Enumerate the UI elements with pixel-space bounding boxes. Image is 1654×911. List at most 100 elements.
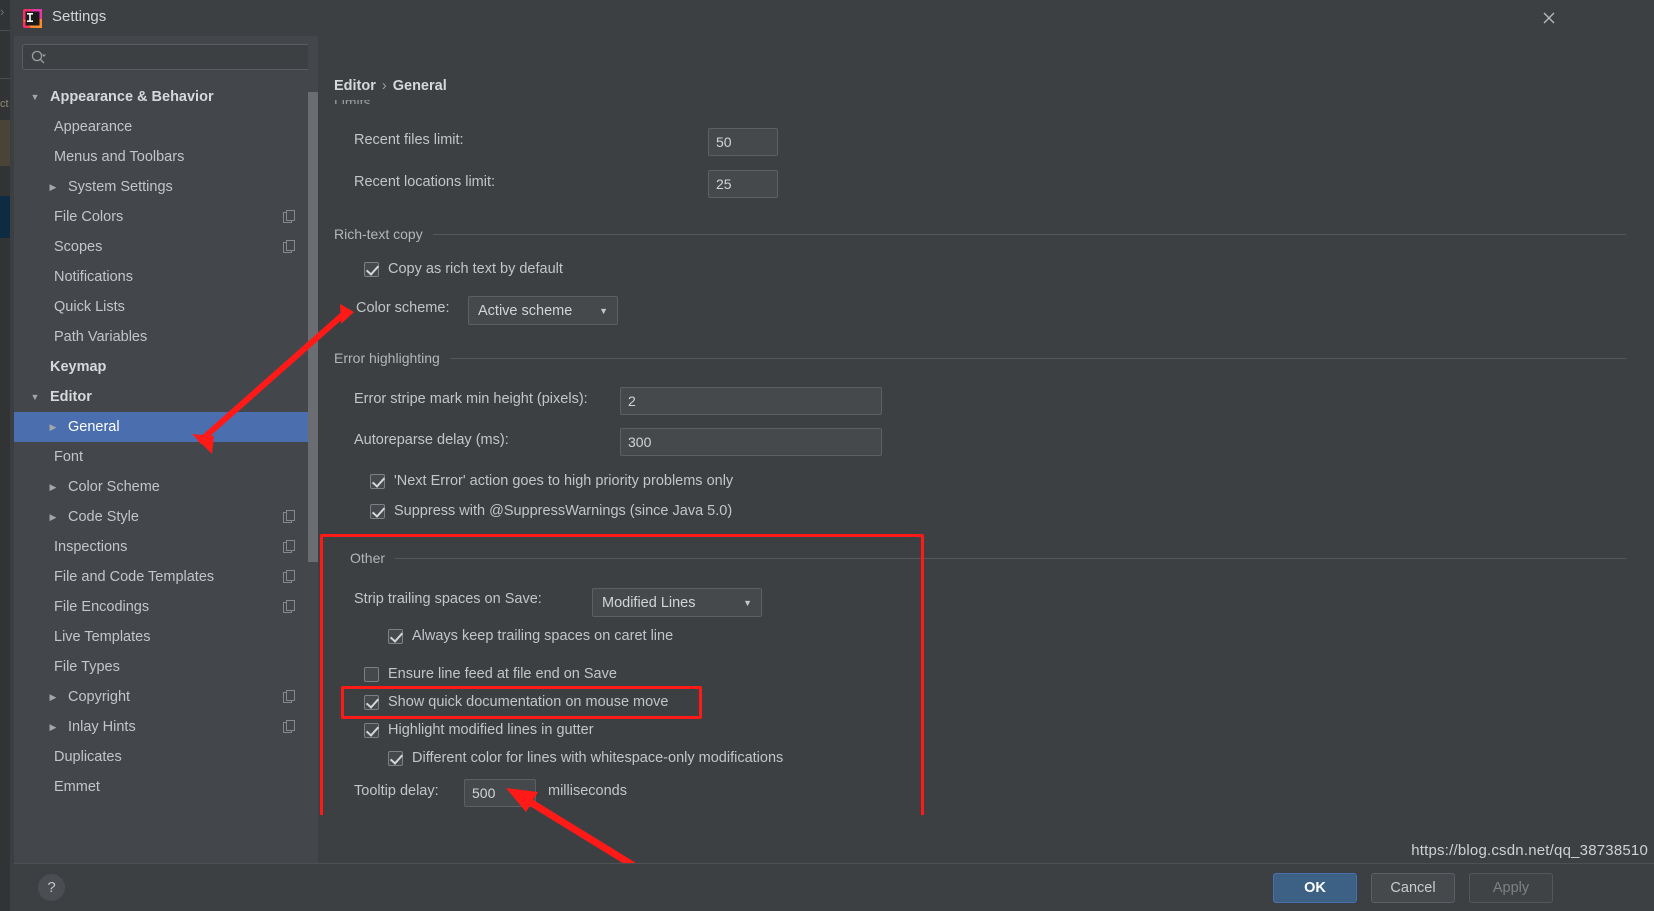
next-error-label: 'Next Error' action goes to high priorit…: [394, 473, 734, 489]
next-error-checkbox[interactable]: [370, 473, 385, 489]
dialog-titlebar: Settings: [14, 0, 1654, 36]
recent-locations-limit-input[interactable]: [708, 170, 778, 198]
settings-main-pane: Editor › General Limits Recent files limit…: [318, 36, 1654, 863]
tooltip-delay-units-label: milliseconds: [548, 783, 627, 799]
highlight-gutter-row[interactable]: Highlight modified lines in gutter: [364, 722, 594, 738]
close-icon[interactable]: [1537, 6, 1561, 30]
sidebar-item-scopes[interactable]: Scopes: [14, 232, 318, 262]
recent-files-limit-input[interactable]: [708, 128, 778, 156]
copy-settings-icon[interactable]: [283, 690, 296, 707]
sidebar-item-inlay-hints[interactable]: ▶ Inlay Hints: [14, 712, 318, 742]
help-button[interactable]: ?: [38, 874, 65, 901]
always-keep-trailing-row[interactable]: Always keep trailing spaces on caret lin…: [388, 628, 673, 644]
copy-as-rich-text-checkbox[interactable]: [364, 261, 379, 277]
sidebar-item-label: File Colors: [54, 209, 124, 225]
sidebar-item-file-colors[interactable]: File Colors: [14, 202, 318, 232]
copy-settings-icon[interactable]: [283, 540, 296, 557]
sidebar-item-label: Color Scheme: [68, 479, 160, 495]
recent-locations-limit-label: Recent locations limit:: [354, 174, 496, 190]
sidebar-item-general[interactable]: ▶ General: [14, 412, 318, 442]
sidebar-item-color-scheme[interactable]: ▶ Color Scheme: [14, 472, 318, 502]
other-title-label: Other: [350, 550, 386, 566]
next-error-row[interactable]: 'Next Error' action goes to high priorit…: [370, 473, 733, 489]
strip-trailing-dropdown[interactable]: Modified Lines ▼: [592, 588, 762, 617]
sidebar-item-label: Copyright: [68, 689, 131, 705]
quick-documentation-row[interactable]: Show quick documentation on mouse move: [364, 694, 669, 710]
chevron-right-icon[interactable]: ▶: [44, 692, 62, 703]
chevron-right-icon[interactable]: ▶: [44, 722, 62, 733]
search-box[interactable]: [22, 44, 310, 70]
ensure-line-feed-checkbox[interactable]: [364, 666, 379, 682]
sidebar-item-quick-lists[interactable]: Quick Lists: [14, 292, 318, 322]
recent-locations-limit-row: Recent locations limit:: [354, 174, 495, 190]
copy-settings-icon[interactable]: [283, 510, 296, 527]
cancel-button[interactable]: Cancel: [1371, 873, 1455, 903]
sidebar-item-file-types[interactable]: File Types: [14, 652, 318, 682]
sidebar-item-copyright[interactable]: ▶ Copyright: [14, 682, 318, 712]
sidebar-scrollbar-track[interactable]: [308, 36, 318, 863]
sidebar-scrollbar-thumb[interactable]: [308, 92, 318, 562]
copy-settings-icon[interactable]: [283, 720, 296, 737]
rich-text-copy-title-label: Rich-text copy: [334, 226, 423, 242]
search-input[interactable]: [29, 49, 303, 65]
sidebar-item-file-and-code-templates[interactable]: File and Code Templates: [14, 562, 318, 592]
sidebar-item-live-templates[interactable]: Live Templates: [14, 622, 318, 652]
error-stripe-input[interactable]: [620, 387, 882, 415]
sidebar-item-font[interactable]: Font: [14, 442, 318, 472]
bg-divider: [0, 30, 10, 31]
sidebar-item-label: Keymap: [50, 359, 107, 375]
sidebar-item-label: General: [68, 419, 120, 435]
sidebar-item-appearance[interactable]: Appearance: [14, 112, 318, 142]
sidebar-item-label: Font: [54, 449, 84, 465]
copy-as-rich-text-row[interactable]: Copy as rich text by default: [364, 261, 563, 277]
different-color-checkbox[interactable]: [388, 750, 403, 766]
watermark: https://blog.csdn.net/qq_38738510: [1411, 842, 1648, 859]
chevron-down-icon[interactable]: ▼: [26, 392, 44, 402]
settings-sidebar: ▼ Appearance & Behavior Appearance Menus an…: [14, 36, 318, 863]
color-scheme-dropdown[interactable]: Active scheme ▼: [468, 296, 618, 325]
strip-trailing-row: Strip trailing spaces on Save:: [354, 591, 542, 607]
bg-editor-tab: [0, 120, 10, 166]
strip-trailing-label: Strip trailing spaces on Save:: [354, 591, 542, 607]
tooltip-delay-input[interactable]: [464, 779, 536, 807]
group-divider: [449, 357, 1626, 359]
always-keep-trailing-checkbox[interactable]: [388, 628, 403, 644]
autoreparse-input[interactable]: [620, 428, 882, 456]
chevron-right-icon[interactable]: ▶: [44, 182, 62, 193]
quick-documentation-checkbox[interactable]: [364, 694, 379, 710]
sidebar-item-emmet[interactable]: Emmet: [14, 772, 318, 802]
sidebar-item-code-style[interactable]: ▶ Code Style: [14, 502, 318, 532]
sidebar-item-file-encodings[interactable]: File Encodings: [14, 592, 318, 622]
chevron-down-icon[interactable]: ▼: [26, 92, 44, 102]
copy-settings-icon[interactable]: [283, 600, 296, 617]
sidebar-item-notifications[interactable]: Notifications: [14, 262, 318, 292]
chevron-right-icon[interactable]: ▶: [44, 512, 62, 523]
sidebar-item-system-settings[interactable]: ▶ System Settings: [14, 172, 318, 202]
copy-settings-icon[interactable]: [283, 240, 296, 257]
sidebar-item-menus-and-toolbars[interactable]: Menus and Toolbars: [14, 142, 318, 172]
sidebar-item-path-variables[interactable]: Path Variables: [14, 322, 318, 352]
group-divider: [432, 233, 1626, 235]
tooltip-delay-row: Tooltip delay:: [354, 783, 439, 799]
sidebar-item-keymap[interactable]: Keymap: [14, 352, 318, 382]
suppress-warnings-checkbox[interactable]: [370, 503, 385, 519]
highlight-gutter-checkbox[interactable]: [364, 722, 379, 738]
intellij-idea-icon: [22, 8, 43, 29]
sidebar-item-appearance-behavior[interactable]: ▼ Appearance & Behavior: [14, 82, 318, 112]
chevron-right-icon[interactable]: ▶: [44, 422, 62, 433]
sidebar-item-inspections[interactable]: Inspections: [14, 532, 318, 562]
sidebar-item-duplicates[interactable]: Duplicates: [14, 742, 318, 772]
rich-text-copy-group-title: Rich-text copy: [326, 226, 1654, 242]
ensure-line-feed-row[interactable]: Ensure line feed at file end on Save: [364, 666, 617, 682]
other-group-title: Other: [326, 550, 1654, 566]
sidebar-item-editor[interactable]: ▼ Editor: [14, 382, 318, 412]
copy-settings-icon[interactable]: [283, 570, 296, 587]
autoreparse-label: Autoreparse delay (ms):: [354, 432, 509, 448]
breadcrumb-root[interactable]: Editor: [334, 78, 376, 94]
color-scheme-label: Color scheme:: [356, 300, 450, 316]
ok-button[interactable]: OK: [1273, 873, 1357, 903]
suppress-warnings-row[interactable]: Suppress with @SuppressWarnings (since J…: [370, 503, 732, 519]
copy-settings-icon[interactable]: [283, 210, 296, 227]
different-color-row[interactable]: Different color for lines with whitespac…: [388, 750, 783, 766]
chevron-right-icon[interactable]: ▶: [44, 482, 62, 493]
